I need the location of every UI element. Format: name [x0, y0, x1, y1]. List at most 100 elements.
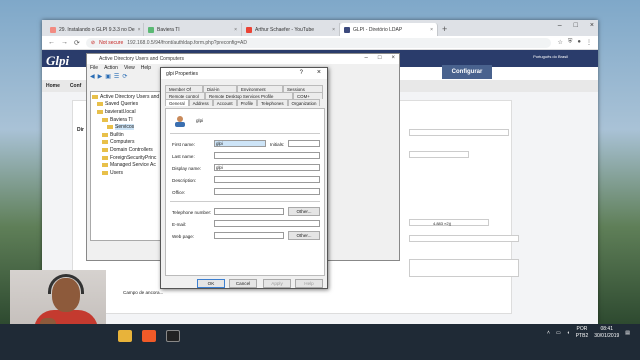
refresh-icon[interactable]: ⟳ [122, 73, 127, 80]
tab-remote-control[interactable]: Remote control [165, 92, 205, 99]
browser-tab[interactable]: 29. Instalando o GLPI 9.3.3 no De × [46, 23, 144, 36]
close-icon[interactable]: × [430, 27, 433, 33]
first-name-input[interactable]: glpi [214, 140, 266, 147]
tab-address[interactable]: Address [188, 99, 213, 106]
tree-item[interactable]: ForeignSecurityPrinc [92, 154, 162, 162]
menu-dots-icon[interactable]: ⋮ [586, 39, 592, 46]
language-indicator[interactable]: POR PTB2 [576, 326, 589, 340]
glpi-logo[interactable]: Glpi [46, 53, 69, 69]
menu-view[interactable]: View [124, 65, 135, 71]
close-icon[interactable]: × [317, 69, 321, 76]
tab-rds-profile[interactable]: Remote Desktop Services Profile [205, 92, 293, 99]
folder-icon [92, 94, 98, 99]
display-name-input[interactable]: glpi [214, 164, 320, 171]
shield-icon[interactable]: ⛨ [568, 39, 573, 46]
network-icon[interactable]: ▭ [556, 330, 561, 336]
browser-tab[interactable]: Baviera TI × [144, 23, 242, 36]
tab-organization[interactable]: Organization [287, 99, 321, 106]
help-icon[interactable]: ? [300, 70, 303, 76]
tree-item[interactable]: bavieratl.local [92, 108, 162, 116]
menu-action[interactable]: Action [104, 65, 118, 71]
media-icon[interactable] [166, 330, 180, 342]
form-field[interactable] [409, 259, 519, 277]
menu-configurar[interactable]: Configurar [442, 65, 492, 79]
tab-profile[interactable]: Profile [236, 99, 258, 106]
last-name-input[interactable] [214, 152, 320, 159]
tree-item-selected[interactable]: Servicos [92, 123, 162, 131]
browser-tab[interactable]: Arthur Schaefer - YouTube × [242, 23, 340, 36]
tab-account[interactable]: Account [212, 99, 237, 106]
initials-input[interactable] [288, 140, 320, 147]
folder-icon [102, 163, 108, 168]
general-tab-page: glpi First name: glpi Initials: Last nam… [165, 108, 325, 276]
description-input[interactable] [214, 176, 320, 183]
email-input[interactable] [214, 220, 320, 227]
close-icon[interactable]: × [391, 55, 395, 61]
cancel-button[interactable]: Cancel [229, 279, 257, 288]
minimize-icon[interactable]: – [558, 22, 562, 29]
forward-icon[interactable]: ▶ [98, 73, 103, 80]
menu-file[interactable]: File [90, 65, 98, 71]
folder-icon[interactable]: ▣ [105, 73, 111, 80]
webpage-other-button[interactable]: Other... [288, 231, 320, 240]
breadcrumb-config[interactable]: Conf [70, 83, 81, 89]
maximize-icon[interactable]: □ [574, 22, 578, 29]
form-field[interactable] [409, 235, 519, 242]
clock[interactable]: 08:41 30/01/2019 [594, 326, 619, 340]
form-field[interactable] [409, 129, 509, 136]
back-icon[interactable]: ← [48, 39, 55, 46]
form-field[interactable] [409, 151, 469, 158]
apply-button[interactable]: Apply [263, 279, 291, 288]
tree-item[interactable]: Active Directory Users and C [92, 93, 164, 101]
file-explorer-icon[interactable] [118, 330, 132, 342]
tab-dial-in[interactable]: Dial-in [203, 85, 237, 92]
new-tab-button[interactable]: + [442, 23, 447, 36]
tab-telephones[interactable]: Telephones [257, 99, 288, 106]
tree-item[interactable]: Baviera TI [92, 116, 162, 124]
window-controls: – □ × [365, 55, 395, 61]
menu-help[interactable]: Help [141, 65, 151, 71]
breadcrumb-home[interactable]: Home [46, 83, 60, 89]
tab-sessions[interactable]: Sessions [283, 85, 323, 92]
tree-item[interactable]: Saved Queries [92, 101, 162, 109]
office-label: Office: [172, 190, 186, 195]
forward-icon[interactable]: → [61, 39, 68, 46]
brave-icon[interactable] [142, 330, 156, 342]
tab-member-of[interactable]: Member Of [165, 85, 203, 92]
account-icon[interactable]: ● [577, 39, 581, 46]
close-icon[interactable]: × [234, 27, 237, 33]
telephone-input[interactable] [214, 208, 284, 215]
star-icon[interactable]: ☆ [557, 39, 562, 46]
help-button[interactable]: Help [295, 279, 323, 288]
hamburger-icon[interactable]: ≡ [585, 66, 590, 76]
tree-item[interactable]: Builtin [92, 131, 162, 139]
folder-icon [102, 170, 108, 175]
chevron-up-icon[interactable]: ˄ [547, 330, 550, 336]
close-icon[interactable]: × [332, 27, 335, 33]
minimize-icon[interactable]: – [365, 55, 368, 61]
ok-button[interactable]: OK [197, 279, 225, 288]
reload-icon[interactable]: ⟳ [74, 39, 80, 47]
close-icon[interactable]: × [590, 22, 594, 29]
notification-icon[interactable]: ▤ [625, 330, 630, 336]
tree-item[interactable]: Users [92, 169, 162, 177]
office-input[interactable] [214, 188, 320, 195]
tree-item[interactable]: Domain Controllers [92, 146, 162, 154]
tree-item[interactable]: Managed Service Ac [92, 161, 162, 169]
tab-environment[interactable]: Environment [237, 85, 283, 92]
browser-tab-active[interactable]: GLPI - Diretório LDAP × [340, 23, 438, 36]
back-icon[interactable]: ◀ [90, 73, 95, 80]
list-icon[interactable]: ☰ [114, 73, 119, 80]
volume-icon[interactable]: ◖ [567, 330, 570, 336]
tab-label: GLPI - Diretório LDAP [353, 26, 403, 33]
tab-com[interactable]: COM+ [293, 92, 323, 99]
telephone-other-button[interactable]: Other... [288, 207, 320, 216]
language-label[interactable]: Português do Brasil [533, 54, 568, 59]
address-bar[interactable]: ⊘ Not secure 192.168.0.5/94/front/authld… [85, 37, 552, 48]
close-icon[interactable]: × [138, 27, 141, 33]
maximize-icon[interactable]: □ [378, 55, 382, 61]
webpage-input[interactable] [214, 232, 284, 239]
menu-administracao[interactable]: Administração [396, 68, 438, 74]
tab-general[interactable]: General [165, 99, 189, 106]
tree-item[interactable]: Computers [92, 139, 162, 147]
